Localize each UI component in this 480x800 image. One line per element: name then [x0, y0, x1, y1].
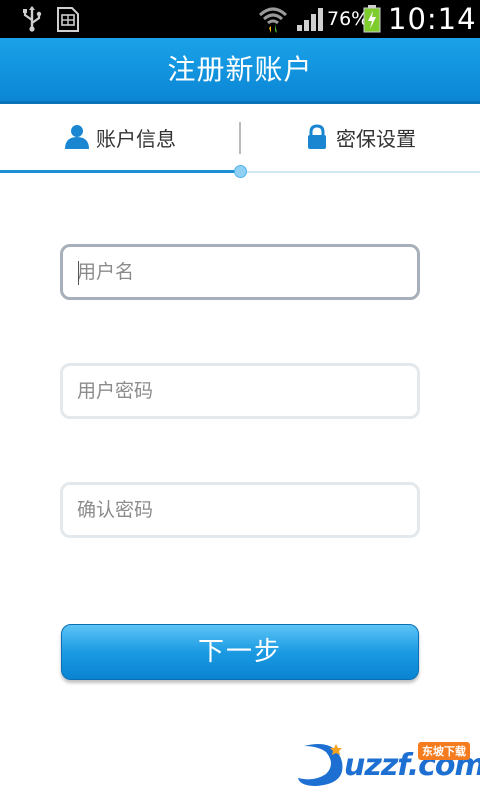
tab-label: 密保设置	[336, 126, 416, 151]
lock-icon	[308, 124, 326, 149]
confirm-password-input[interactable]	[75, 498, 417, 522]
progress-fill	[0, 170, 240, 173]
text-cursor	[78, 261, 79, 285]
progress-knob	[233, 165, 247, 178]
sd-card-icon	[57, 7, 79, 32]
user-icon	[65, 125, 89, 149]
tab-account-info[interactable]: 账户信息	[0, 104, 240, 170]
wifi-icon	[258, 7, 288, 33]
battery-charging-icon	[363, 5, 381, 33]
tab-security-settings[interactable]: 密保设置	[240, 104, 480, 170]
watermark-badge: 东坡下载	[418, 742, 470, 760]
username-field-box[interactable]	[60, 244, 420, 300]
tab-label: 账户信息	[96, 126, 176, 151]
password-field-box[interactable]	[60, 363, 420, 419]
usb-icon	[23, 6, 42, 32]
next-button[interactable]: 下一步	[61, 624, 419, 680]
clock: 10:14	[388, 2, 477, 36]
logo-swirl-icon	[298, 744, 343, 786]
step-tabs: 账户信息 密保设置	[0, 104, 480, 170]
signal-icon	[297, 8, 323, 31]
username-input[interactable]	[75, 260, 417, 284]
watermark-logo: uzzf.com 东坡下载	[296, 736, 480, 792]
status-bar: 76% 10:14	[0, 0, 480, 38]
confirm-password-field-box[interactable]	[60, 482, 420, 538]
password-input[interactable]	[75, 379, 417, 403]
page-title: 注册新账户	[0, 38, 480, 104]
